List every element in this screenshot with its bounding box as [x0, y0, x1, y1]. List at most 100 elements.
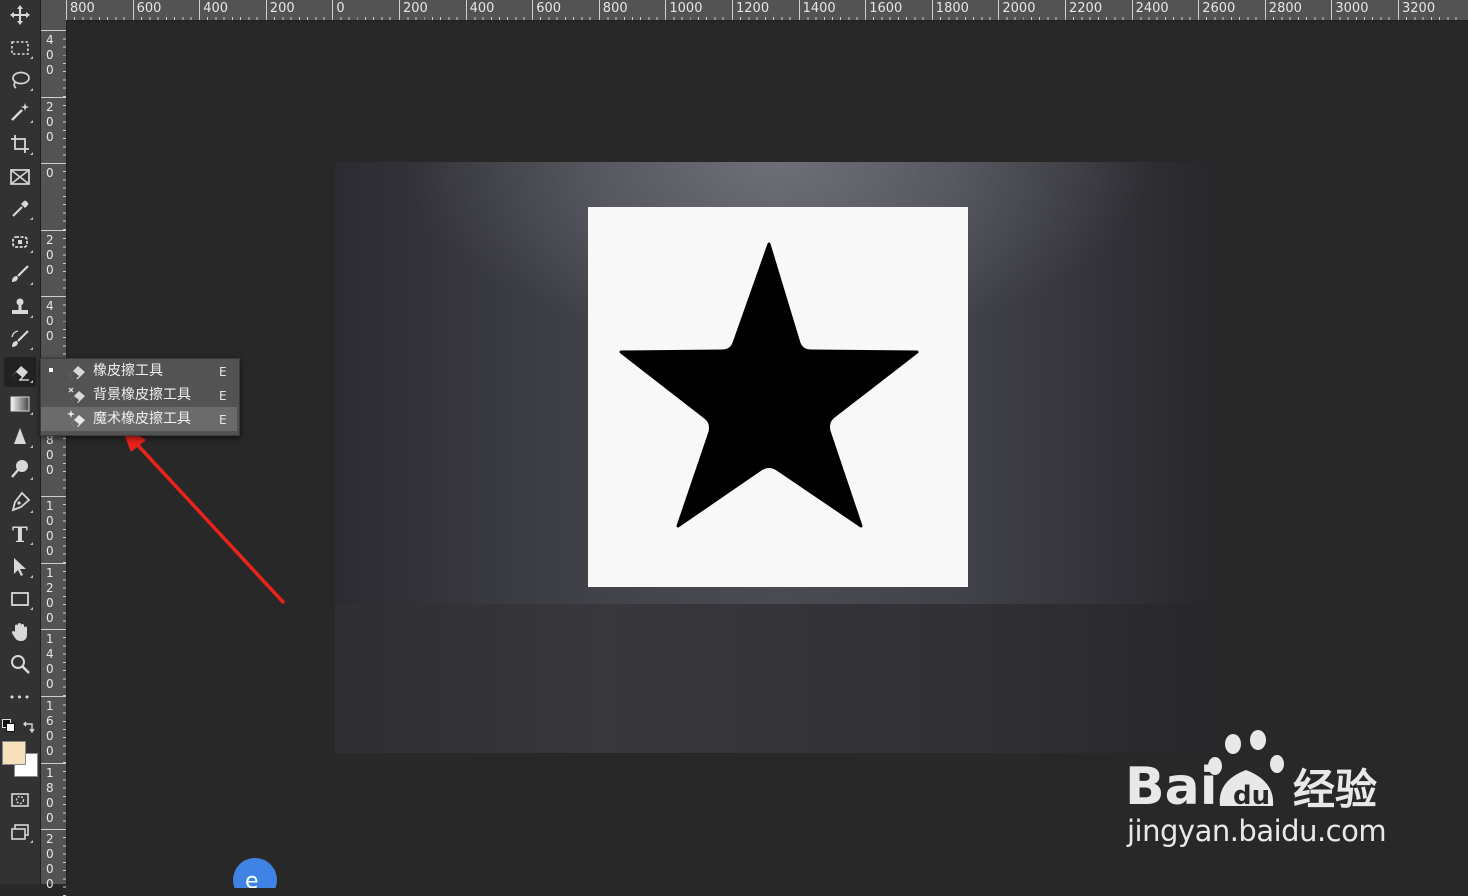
ruler-top-label: 800 — [70, 1, 95, 16]
ruler-top-tick: 2600 — [1198, 0, 1265, 20]
brush-icon[interactable] — [4, 259, 36, 289]
ruler-left-tick: 400 — [40, 296, 66, 364]
ruler-left-label: 200 — [46, 99, 54, 144]
baidu-jingyan-watermark: Bai du 经验 jingyan.baidu.com — [1125, 726, 1395, 856]
type-glyph: T — [12, 521, 28, 547]
ruler-top-tick: 800 — [598, 0, 665, 20]
ruler-top-tick: 2400 — [1131, 0, 1198, 20]
ruler-left-label: 200 — [46, 232, 54, 277]
lasso-icon[interactable] — [4, 65, 36, 95]
svg-text:e: e — [245, 869, 259, 888]
ruler-top-tick: 600 — [132, 0, 199, 20]
ruler-top-tick: 400 — [199, 0, 266, 20]
ruler-left-tick: 0 — [40, 163, 66, 231]
ruler-top-tick: 0 — [332, 0, 399, 20]
ruler-left-tick: 800 — [40, 429, 66, 497]
ruler-top-tick: 600 — [532, 0, 599, 20]
ruler-left-tick: 1000 — [40, 496, 66, 564]
screen-mode-icon[interactable] — [4, 817, 36, 847]
flyout-label: 背景橡皮擦工具 — [93, 387, 191, 403]
star-shape — [619, 242, 919, 528]
ruler-left-tick: 1400 — [40, 629, 66, 697]
ruler-top-tick: 2000 — [998, 0, 1065, 20]
magic-wand-icon[interactable] — [4, 97, 36, 127]
frame-icon[interactable] — [4, 162, 36, 192]
document-canvas[interactable] — [335, 162, 1221, 753]
ruler-left-tick: 2000 — [40, 829, 66, 896]
eraser-icon — [69, 366, 85, 379]
ruler-top-label: 200 — [403, 1, 428, 16]
baidu-logo: Bai du 经验 — [1125, 730, 1377, 816]
ruler-top-label: 800 — [602, 1, 628, 16]
ruler-corner — [40, 0, 66, 20]
ruler-top-tick: 200 — [265, 0, 332, 20]
dodge-icon[interactable] — [4, 454, 36, 484]
ruler-top-label: 1200 — [736, 1, 770, 16]
ruler-top-tick: 1000 — [665, 0, 732, 20]
default-colors-icon[interactable] — [2, 719, 15, 732]
crop-icon[interactable] — [4, 129, 36, 159]
ruler-left-label: 800 — [46, 432, 54, 477]
flyout-label: 橡皮擦工具 — [93, 363, 163, 379]
watermark-url: jingyan.baidu.com — [1127, 814, 1387, 848]
flyout-shortcut: E — [219, 413, 227, 427]
ruler-left-label: 1400 — [46, 632, 54, 692]
ruler-top-tick: 2800 — [1264, 0, 1331, 20]
clone-stamp-icon[interactable] — [4, 292, 36, 322]
brand-cn-text: 经验 — [1293, 765, 1377, 814]
tools-panel: T ••• — [0, 0, 41, 884]
ruler-left-tick: 200 — [40, 229, 66, 297]
ruler-top-tick: 1200 — [732, 0, 798, 20]
zoom-icon[interactable] — [4, 649, 36, 679]
flyout-item-magic-eraser[interactable]: 魔术橡皮擦工具 E — [41, 407, 237, 431]
canvas-lower-area — [335, 604, 1221, 753]
path-selection-icon[interactable] — [4, 552, 36, 582]
horizontal-ruler[interactable]: 800 600 400 200 0 200 400 600 800 1000 1200 1400 160… — [66, 0, 1468, 21]
svg-text:du: du — [1233, 781, 1270, 811]
rectangular-marquee-icon[interactable] — [4, 33, 36, 63]
move-tool-icon[interactable] — [4, 0, 36, 30]
ruler-left-label: 400 — [46, 299, 54, 344]
hand-icon[interactable] — [4, 617, 36, 647]
ruler-top-tick: 3000 — [1331, 0, 1398, 20]
ruler-left-tick: 1200 — [40, 562, 66, 630]
ruler-top-tick: 200 — [399, 0, 465, 20]
background-eraser-icon — [68, 387, 85, 403]
quick-mask-icon[interactable] — [4, 785, 36, 815]
vertical-ruler[interactable]: 4002000200400600800100012001400160018002… — [40, 20, 67, 896]
ruler-left-label: 1800 — [46, 765, 54, 825]
ruler-top-tick: 1400 — [798, 0, 865, 20]
ruler-top-label: 2800 — [1268, 1, 1302, 16]
selected-indicator — [49, 368, 53, 372]
spot-healing-icon[interactable] — [4, 227, 36, 257]
ruler-top-label: 400 — [469, 1, 495, 16]
brand-text: Bai — [1125, 757, 1218, 816]
pen-icon[interactable] — [4, 487, 36, 517]
ruler-top-label: 2000 — [1002, 1, 1036, 16]
more-tools-icon[interactable]: ••• — [4, 682, 36, 712]
rectangle-icon[interactable] — [4, 584, 36, 614]
eyedropper-icon[interactable] — [4, 194, 36, 224]
foreground-color-swatch[interactable] — [2, 741, 26, 765]
type-icon[interactable]: T — [4, 519, 36, 549]
flyout-item-eraser[interactable]: 橡皮擦工具 E — [41, 359, 237, 383]
flyout-item-background-eraser[interactable]: 背景橡皮擦工具 E — [41, 383, 237, 407]
ruler-top-tick: 400 — [465, 0, 532, 20]
ruler-top-label: 600 — [136, 1, 162, 16]
eraser-icon[interactable] — [4, 357, 36, 387]
ruler-top-tick: 1800 — [931, 0, 998, 20]
ruler-top-tick: 800 — [66, 0, 132, 20]
flyout-shortcut: E — [219, 389, 227, 403]
ruler-left-tick: 1600 — [40, 696, 66, 763]
blur-icon[interactable] — [4, 422, 36, 452]
ruler-top-label: 3000 — [1335, 1, 1369, 16]
magic-eraser-icon — [67, 410, 85, 427]
ruler-left-label: 0 — [46, 166, 54, 181]
gradient-icon[interactable] — [4, 389, 36, 419]
ruler-top-label: 2200 — [1069, 1, 1103, 16]
ruler-top-label: 400 — [203, 1, 229, 16]
ruler-top-label: 600 — [536, 1, 562, 16]
flyout-label: 魔术橡皮擦工具 — [93, 411, 191, 427]
history-brush-icon[interactable] — [4, 324, 36, 354]
swap-colors-icon[interactable] — [22, 719, 36, 734]
